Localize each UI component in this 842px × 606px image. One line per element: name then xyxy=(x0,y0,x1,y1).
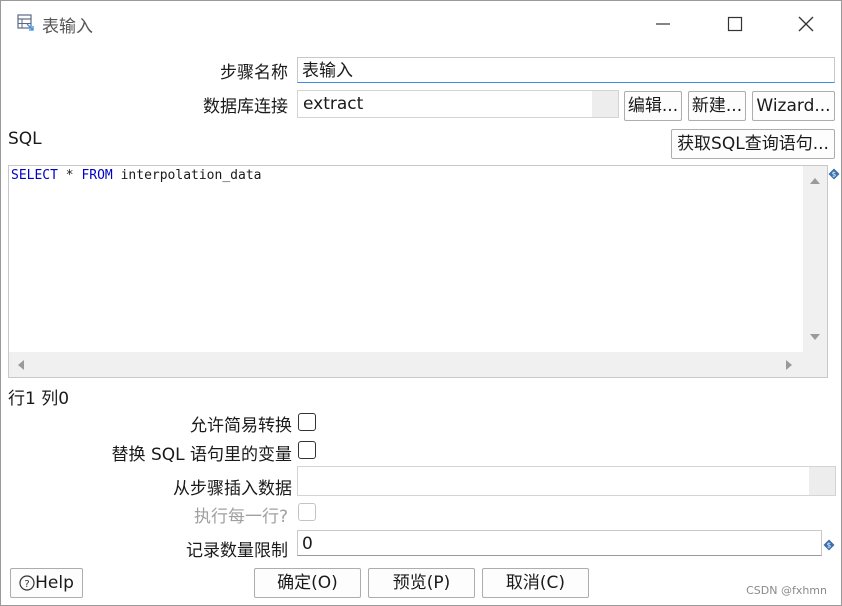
variable-icon: $ xyxy=(823,536,835,551)
limit-label: 记录数量限制 xyxy=(186,541,288,561)
variable-icon: $ xyxy=(828,165,840,180)
dropdown-arrow-icon[interactable] xyxy=(809,467,835,495)
maximize-icon xyxy=(727,16,743,32)
db-connection-select[interactable]: extract xyxy=(297,90,619,118)
dropdown-arrow-icon[interactable] xyxy=(592,91,618,117)
help-label: Help xyxy=(35,573,74,593)
title-bar: 表输入 xyxy=(1,1,841,45)
step-name-label: 步骤名称 xyxy=(220,63,288,83)
sql-from-keyword: FROM xyxy=(81,168,113,183)
scroll-left-icon[interactable] xyxy=(17,359,25,371)
horizontal-scrollbar[interactable] xyxy=(9,352,827,377)
svg-text:$: $ xyxy=(832,171,836,179)
svg-text:$: $ xyxy=(827,542,831,550)
lazy-conversion-label: 允许简易转换 xyxy=(190,416,292,436)
svg-text:?: ? xyxy=(24,579,29,590)
table-icon xyxy=(17,14,34,31)
db-connection-value: extract xyxy=(303,94,364,114)
window-title: 表输入 xyxy=(42,17,93,37)
new-connection-button[interactable]: 新建... xyxy=(688,91,746,121)
sql-table-name: interpolation_data xyxy=(112,168,262,183)
replace-variables-checkbox[interactable] xyxy=(298,441,316,459)
sql-label: SQL xyxy=(8,129,42,149)
minimize-button[interactable] xyxy=(643,9,683,39)
sql-select-keyword: SELECT xyxy=(11,168,58,183)
scroll-down-icon[interactable] xyxy=(809,333,821,341)
scroll-right-icon[interactable] xyxy=(785,359,793,371)
maximize-button[interactable] xyxy=(715,9,755,39)
table-input-dialog: 表输入 步骤名称 表输入 数据库连接 extract 编辑... 新建... W… xyxy=(0,0,842,606)
lazy-conversion-checkbox[interactable] xyxy=(298,413,316,431)
sql-code: SELECT * FROM interpolation_data xyxy=(11,168,261,183)
insert-from-step-label: 从步骤插入数据 xyxy=(173,479,292,499)
scrollbar-corner xyxy=(803,352,827,377)
replace-variables-label: 替换 SQL 语句里的变量 xyxy=(111,445,292,465)
edit-connection-button[interactable]: 编辑... xyxy=(624,91,682,121)
sql-editor[interactable]: SELECT * FROM interpolation_data xyxy=(8,165,828,378)
help-button[interactable]: ? Help xyxy=(10,568,83,598)
help-icon: ? xyxy=(19,575,35,591)
vertical-scrollbar[interactable] xyxy=(803,166,827,352)
sql-star: * xyxy=(57,168,82,183)
insert-from-step-select[interactable] xyxy=(297,466,836,496)
preview-button[interactable]: 预览(P) xyxy=(368,568,475,598)
ok-button[interactable]: 确定(O) xyxy=(254,568,361,598)
scroll-up-icon[interactable] xyxy=(809,177,821,185)
db-connection-label: 数据库连接 xyxy=(203,97,288,117)
cancel-button[interactable]: 取消(C) xyxy=(482,568,589,598)
close-button[interactable] xyxy=(786,9,826,39)
watermark: CSDN @fxhmn xyxy=(746,584,827,597)
execute-each-row-label: 执行每一行? xyxy=(193,507,288,527)
minimize-icon xyxy=(656,23,670,25)
execute-each-row-checkbox[interactable] xyxy=(298,503,316,521)
close-icon xyxy=(798,16,814,32)
limit-input[interactable]: 0 xyxy=(297,530,822,556)
get-sql-button[interactable]: 获取SQL查询语句... xyxy=(671,129,835,159)
step-name-input[interactable]: 表输入 xyxy=(297,57,835,83)
wizard-button[interactable]: Wizard... xyxy=(752,91,835,121)
cursor-position: 行1 列0 xyxy=(8,389,70,409)
